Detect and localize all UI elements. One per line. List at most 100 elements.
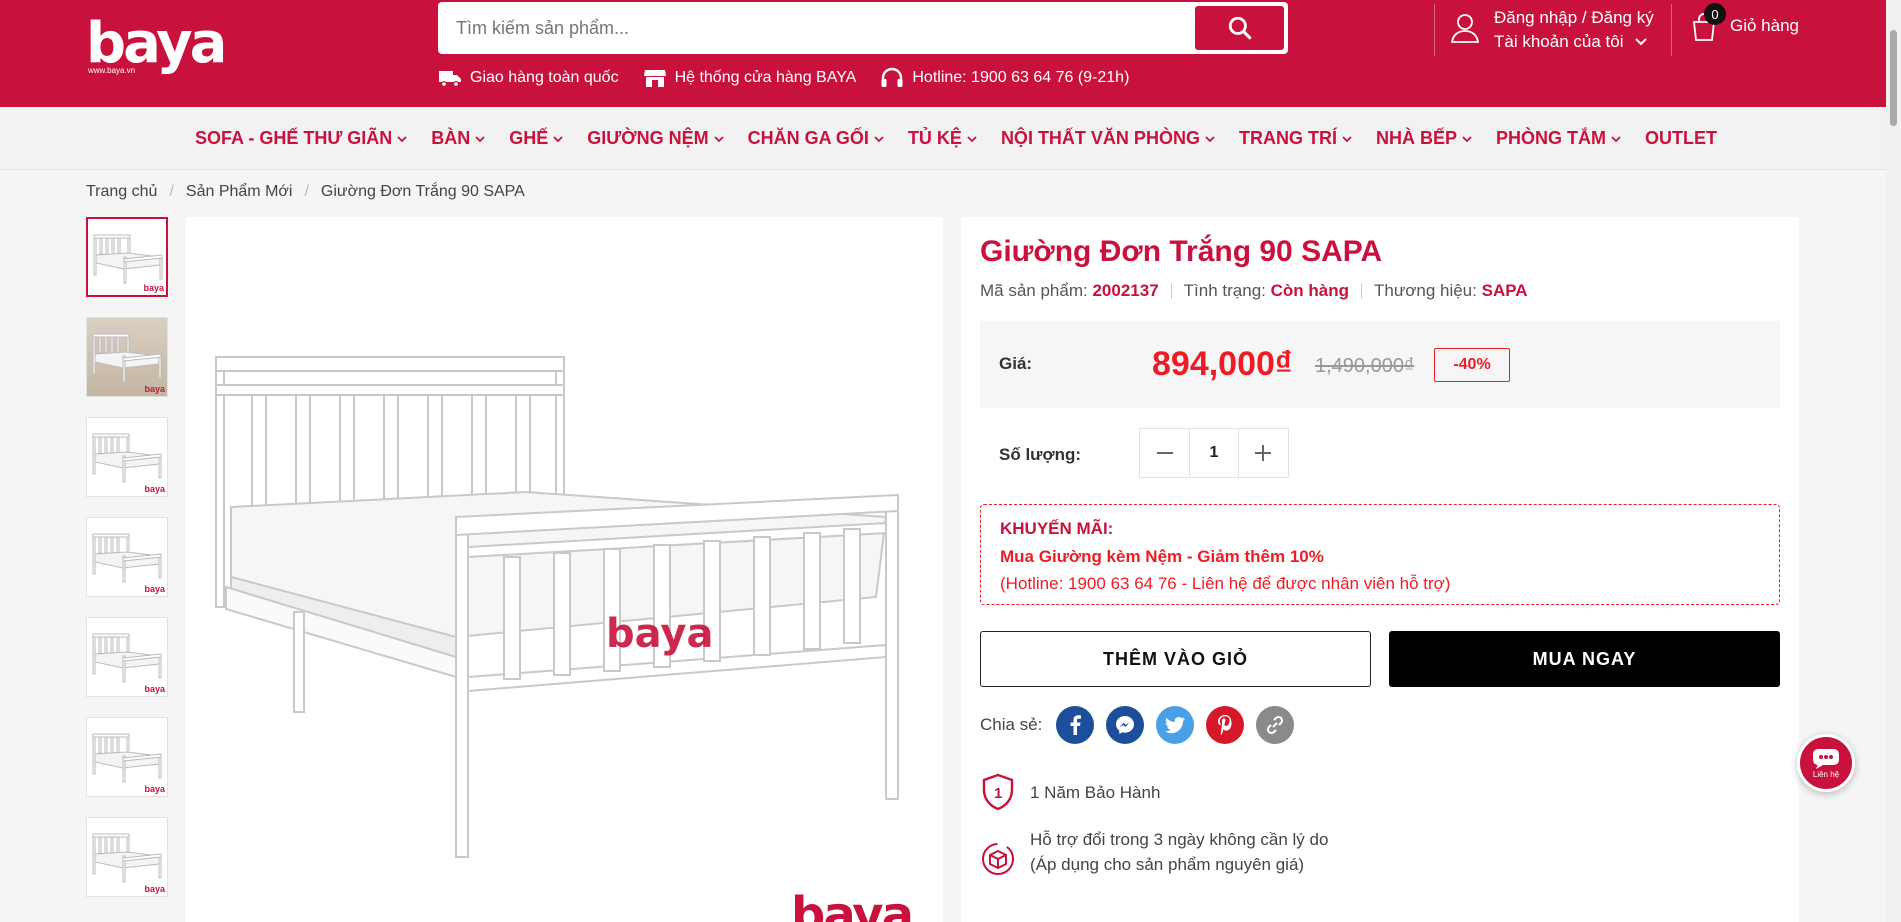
nav-item[interactable]: TRANG TRÍ [1239,128,1352,149]
my-account-dropdown[interactable]: Tài khoản của tôi [1494,32,1648,52]
cart-label: Giỏ hàng [1730,16,1799,35]
share-pinterest-button[interactable] [1206,706,1245,744]
nav-item[interactable]: GIƯỜNG NỆM [587,128,724,149]
price-box: Giá: 894,000₫ 1,490,000₫ -40% [980,321,1780,408]
nav-item[interactable]: CHĂN GA GỐI [748,128,884,149]
product-meta: Mã sản phẩm: 2002137 Tình trạng: Còn hàn… [980,281,1528,301]
subnav-label: Giao hàng toàn quốc [470,69,619,86]
scrollbar-thumb[interactable] [1890,30,1897,126]
share-label: Chia sẻ: [980,715,1043,734]
breadcrumb-current: Giường Đơn Trắng 90 SAPA [320,183,525,200]
pinterest-icon [1218,715,1232,735]
subnav-label: Hệ thống cửa hàng BAYA [674,69,857,86]
thumbnail-logo: baya [144,884,165,894]
nav-item[interactable]: OUTLET [1645,128,1717,149]
breadcrumb-category[interactable]: Sản Phẩm Mới [186,183,293,201]
contact-chat-button[interactable]: Liên hệ [1797,734,1855,792]
product-thumbnail[interactable]: baya [86,317,168,397]
sku-label: Mã sản phẩm: [980,281,1088,300]
chevron-down-icon [874,135,884,142]
divider [1170,283,1172,299]
quantity-input[interactable]: 1 [1189,429,1239,477]
brand-label: Thương hiệu: [1374,281,1477,300]
headphones-icon [881,67,903,87]
thumbnail-logo: baya [144,784,165,794]
current-price: 894,000₫ [1152,345,1293,383]
chevron-down-icon [553,135,563,142]
subnav-label: Hotline: 1900 63 64 76 (9-21h) [912,69,1130,86]
cart-button[interactable]: 0 Giỏ hàng [1690,3,1810,48]
divider [1434,4,1435,56]
page-scrollbar[interactable] [1886,0,1901,922]
return-feature: Hỗ trợ đổi trong 3 ngày không cần lý do … [980,827,1340,877]
shield-icon: 1 [982,773,1014,811]
chevron-down-icon [1635,38,1647,46]
nav-item[interactable]: GHẾ [509,128,563,149]
login-register-link[interactable]: Đăng nhập / Đăng ký [1494,8,1654,28]
logo-url: www.baya.vn [88,66,136,75]
promotion-box: KHUYẾN MÃI: Mua Giường kèm Nệm - Giảm th… [980,504,1780,605]
original-price: 1,490,000₫ [1315,355,1415,377]
search-input[interactable] [456,2,1196,54]
product-main-image[interactable]: baya baya [186,217,943,922]
main-nav: SOFA - GHẾ THƯ GIÃN BÀN GHẾ GIƯỜNG NỆM CHĂN … [0,107,1901,170]
nav-item-label: NỘI THẤT VĂN PHÒNG [1000,128,1200,148]
buy-now-button[interactable]: MUA NGAY [1389,631,1780,687]
nav-item-label: OUTLET [1644,128,1717,148]
nav-item-label: GHẾ [509,128,549,148]
logo-text: baya [86,11,227,76]
add-to-cart-button[interactable]: THÊM VÀO GIỎ [980,631,1371,687]
header-subnav: Giao hàng toàn quốc Hệ thống cửa hàng BA… [438,66,1153,90]
truck-icon [439,71,461,88]
nav-item[interactable]: NHÀ BẾP [1376,128,1472,149]
nav-item[interactable]: PHÒNG TẮM [1496,128,1621,149]
product-thumbnail[interactable]: baya [86,417,168,497]
subnav-stores[interactable]: Hệ thống cửa hàng BAYA [643,68,857,88]
product-thumbnail[interactable]: baya [86,817,168,897]
chat-label: Liên hệ [1812,769,1840,779]
image-watermark-logo: baya [791,887,914,922]
breadcrumb-home[interactable]: Trang chủ [86,183,157,201]
search-icon [1228,16,1251,40]
divider [1361,283,1362,299]
product-info-panel: Giường Đơn Trắng 90 SAPA Mã sản phẩm: 20… [961,217,1799,922]
quantity-increase-button[interactable] [1238,429,1288,477]
search-button[interactable] [1195,6,1284,50]
my-account-label: Tài khoản của tôi [1494,32,1624,51]
product-thumbnail[interactable]: baya [86,517,168,597]
warranty-feature: 1 1 Năm Bảo Hành [980,773,1340,811]
chevron-down-icon [1205,135,1215,142]
brand-value[interactable]: SAPA [1482,281,1528,301]
bed-illustration: baya [215,356,899,858]
copy-link-button[interactable] [1256,706,1295,744]
promotion-title: KHUYẾN MÃI: [1000,519,1114,538]
status-label: Tình trạng: [1183,281,1266,300]
nav-item[interactable]: SOFA - GHẾ THƯ GIÃN [195,128,407,149]
nav-item[interactable]: TỦ KỆ [908,128,977,149]
nav-item-label: BÀN [431,128,471,148]
twitter-icon [1165,716,1186,733]
nav-item[interactable]: NỘI THẤT VĂN PHÒNG [1001,128,1215,149]
quantity-decrease-button[interactable] [1140,429,1190,477]
product-thumbnail[interactable]: baya [86,717,168,797]
product-thumbnail[interactable]: baya [86,617,168,697]
chevron-down-icon [1342,135,1352,142]
quantity-stepper: 1 [1139,428,1289,478]
share-bar: Chia sẻ: [980,705,1306,745]
nav-item[interactable]: BÀN [431,128,485,149]
share-twitter-button[interactable] [1156,706,1195,744]
thumbnail-logo: baya [144,384,165,394]
nav-item-label: TỦ KỆ [907,128,962,148]
share-facebook-button[interactable] [1056,706,1095,744]
product-thumbnail[interactable]: baya [86,217,168,297]
breadcrumb-separator: / [304,183,309,200]
share-messenger-button[interactable] [1106,706,1145,744]
sku-value: 2002137 [1092,281,1159,300]
status-value: Còn hàng [1270,281,1349,300]
subnav-hotline[interactable]: Hotline: 1900 63 64 76 (9-21h) [880,67,1129,89]
baya-logo[interactable]: baya www.baya.vn [86,11,227,76]
account-menu[interactable]: Đăng nhập / Đăng ký Tài khoản của tôi [1450,6,1680,56]
minus-icon [1156,452,1173,454]
subnav-shipping[interactable]: Giao hàng toàn quốc [438,68,619,88]
thumbnail-list: baya baya baya baya baya baya baya [86,217,168,917]
